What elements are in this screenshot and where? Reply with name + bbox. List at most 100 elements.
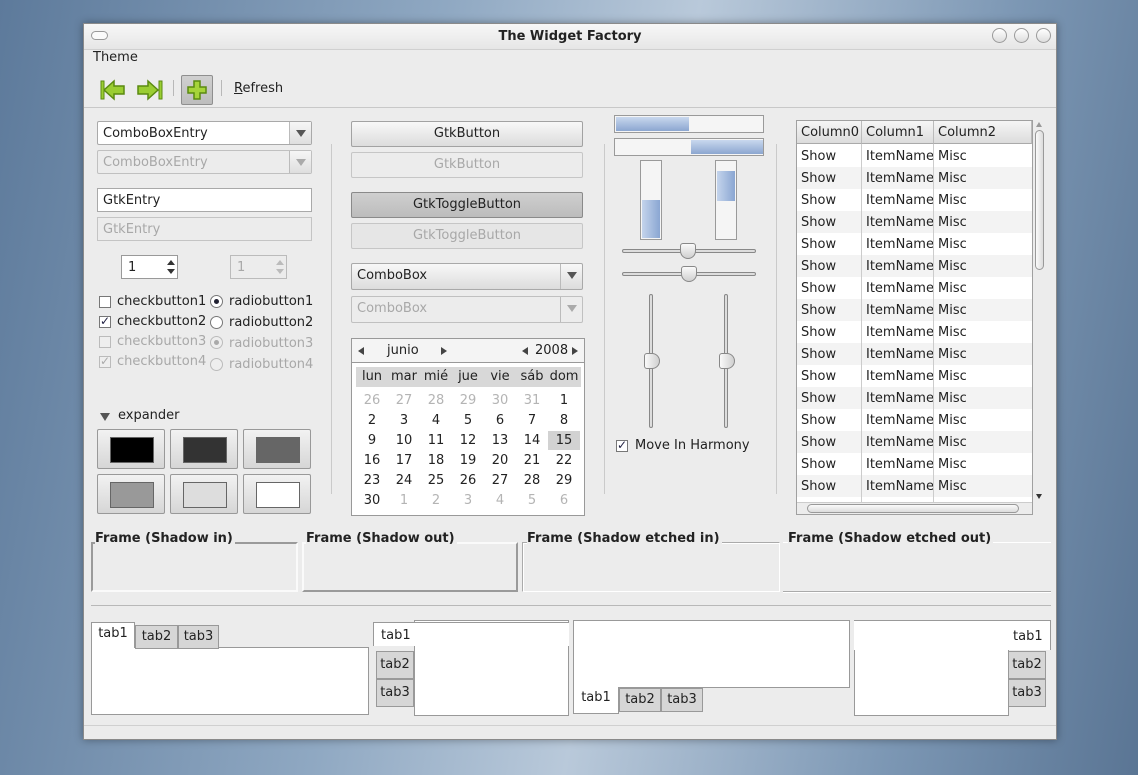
swatch-button[interactable]	[97, 474, 165, 514]
tab-tab3[interactable]: tab3	[661, 688, 703, 712]
vscale-thumb[interactable]	[719, 353, 735, 369]
chevron-down-icon[interactable]	[560, 264, 582, 289]
table-row[interactable]: Show ItemName Misc	[797, 233, 1032, 255]
column-header-0[interactable]: Column0	[797, 121, 862, 144]
add-button[interactable]	[181, 75, 213, 105]
table-row[interactable]: Show ItemName Misc	[797, 475, 1032, 497]
checkbutton1-label[interactable]: checkbutton1	[117, 294, 206, 309]
calendar-day[interactable]: 15	[548, 431, 580, 450]
calendar-day[interactable]: 24	[388, 471, 420, 490]
calendar-day[interactable]: 4	[484, 491, 516, 510]
checkbutton2-label[interactable]: checkbutton2	[117, 314, 206, 329]
calendar-day[interactable]: 6	[548, 491, 580, 510]
move-in-harmony-label[interactable]: Move In Harmony	[635, 438, 750, 453]
menu-theme[interactable]: Theme	[93, 50, 138, 65]
table-row[interactable]: Show ItemName Misc	[797, 431, 1032, 453]
calendar-day[interactable]: 30	[356, 491, 388, 510]
expander-arrow-icon[interactable]	[100, 413, 110, 421]
calendar-day[interactable]: 2	[420, 491, 452, 510]
table-row[interactable]: Show ItemName Misc	[797, 145, 1032, 167]
combobox-entry-text[interactable]: ComboBoxEntry	[103, 126, 208, 141]
forward-button[interactable]	[134, 75, 166, 105]
calendar-day[interactable]: 28	[420, 391, 452, 410]
tree-view[interactable]: Column0 Column1 Column2 Show ItemName Misc…	[796, 120, 1033, 515]
vscale-thumb[interactable]	[644, 353, 660, 369]
column-header-1[interactable]: Column1	[862, 121, 934, 144]
tab-tab2[interactable]: tab2	[135, 625, 178, 649]
maximize-button[interactable]	[1014, 28, 1029, 43]
calendar-day[interactable]: 9	[356, 431, 388, 450]
title-bar[interactable]: The Widget Factory	[84, 24, 1056, 50]
tab-tab3[interactable]: tab3	[1008, 679, 1046, 707]
calendar-day[interactable]: 6	[484, 411, 516, 430]
calendar-day[interactable]: 28	[516, 471, 548, 490]
scrollbar-thumb[interactable]	[1035, 130, 1044, 270]
tab-tab1[interactable]: tab1	[1013, 629, 1043, 644]
scroll-down-icon[interactable]	[1036, 494, 1042, 499]
hscale-thumb[interactable]	[680, 243, 696, 259]
calendar-day[interactable]: 22	[548, 451, 580, 470]
calendar-day[interactable]: 18	[420, 451, 452, 470]
tab-tab2[interactable]: tab2	[376, 651, 414, 679]
checkbutton2[interactable]	[99, 314, 111, 328]
tab-tab2[interactable]: tab2	[619, 688, 661, 712]
tab-tab1-label[interactable]: tab1	[381, 628, 411, 643]
calendar-day[interactable]: 7	[516, 411, 548, 430]
calendar-day[interactable]: 3	[452, 491, 484, 510]
calendar-day[interactable]: 26	[356, 391, 388, 410]
tab-tab1[interactable]: tab1	[573, 687, 619, 714]
calendar-day[interactable]: 1	[388, 491, 420, 510]
calendar-day[interactable]: 27	[484, 471, 516, 490]
calendar-day[interactable]: 11	[420, 431, 452, 450]
calendar-day[interactable]: 30	[484, 391, 516, 410]
combobox-entry[interactable]: ComboBoxEntry	[97, 121, 312, 145]
calendar-day[interactable]: 10	[388, 431, 420, 450]
scroll-up-icon[interactable]	[1036, 122, 1042, 127]
calendar-day[interactable]: 20	[484, 451, 516, 470]
radiobutton2[interactable]	[210, 316, 223, 329]
scrollbar-thumb[interactable]	[807, 504, 1019, 513]
prev-year-icon[interactable]	[522, 347, 528, 355]
calendar-day[interactable]: 5	[516, 491, 548, 510]
combobox-text[interactable]: ComboBox	[357, 268, 427, 283]
move-in-harmony-checkbox[interactable]	[616, 438, 628, 452]
calendar-day[interactable]: 21	[516, 451, 548, 470]
column-header-2[interactable]: Column2	[934, 121, 1032, 144]
table-row[interactable]: Show ItemName Misc	[797, 189, 1032, 211]
gtk-button[interactable]: GtkButton	[351, 121, 583, 147]
swatch-button[interactable]	[170, 429, 238, 469]
swatch-button[interactable]	[243, 474, 311, 514]
gtk-entry[interactable]: GtkEntry	[97, 188, 312, 212]
calendar-day[interactable]: 13	[484, 431, 516, 450]
radiobutton1-label[interactable]: radiobutton1	[229, 294, 313, 309]
calendar-day[interactable]: 29	[452, 391, 484, 410]
calendar-day[interactable]: 16	[356, 451, 388, 470]
table-row[interactable]: Show ItemName Misc	[797, 277, 1032, 299]
calendar-day[interactable]: 25	[420, 471, 452, 490]
radiobutton2-label[interactable]: radiobutton2	[229, 315, 313, 330]
calendar-day[interactable]: 8	[548, 411, 580, 430]
calendar-day[interactable]: 29	[548, 471, 580, 490]
calendar-day[interactable]: 4	[420, 411, 452, 430]
spin-value[interactable]: 1	[128, 260, 136, 275]
calendar-day[interactable]: 2	[356, 411, 388, 430]
calendar-day[interactable]: 17	[388, 451, 420, 470]
minimize-button[interactable]	[992, 28, 1007, 43]
swatch-button[interactable]	[243, 429, 311, 469]
calendar-day[interactable]: 27	[388, 391, 420, 410]
gtk-toggle-button[interactable]: GtkToggleButton	[351, 192, 583, 218]
tab-tab1[interactable]: tab1	[91, 622, 135, 648]
tab-tab3[interactable]: tab3	[178, 625, 219, 649]
radiobutton1[interactable]	[210, 295, 223, 308]
checkbutton1[interactable]	[99, 296, 111, 308]
table-row[interactable]: Show ItemName Misc	[797, 255, 1032, 277]
spin-button[interactable]: 1	[121, 255, 178, 279]
table-row[interactable]: Show ItemName Misc	[797, 321, 1032, 343]
spin-up-icon[interactable]	[167, 260, 175, 265]
calendar-day[interactable]: 3	[388, 411, 420, 430]
table-row[interactable]: Show ItemName Misc	[797, 343, 1032, 365]
entry-text[interactable]: GtkEntry	[103, 193, 160, 208]
calendar[interactable]: junio 2008 lun mar mié jue vie sáb dom 26 27 28 2…	[351, 338, 585, 516]
hscale-thumb[interactable]	[681, 266, 697, 282]
close-button[interactable]	[1036, 28, 1051, 43]
